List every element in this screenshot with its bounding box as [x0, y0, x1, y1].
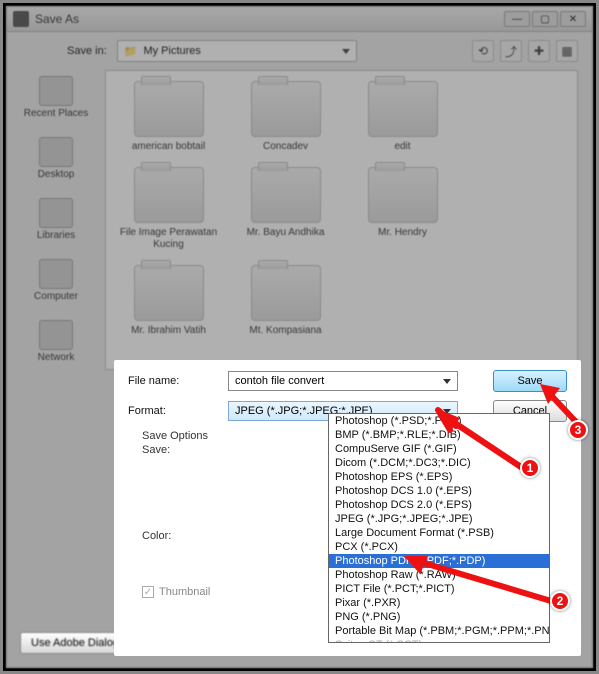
format-option[interactable]: PCX (*.PCX): [329, 540, 549, 554]
file-list[interactable]: american bobtail Concadev edit File Imag…: [105, 70, 578, 370]
back-icon[interactable]: ⟲: [472, 40, 494, 62]
sidebar-item-desktop[interactable]: Desktop: [38, 137, 75, 180]
close-button[interactable]: ✕: [560, 11, 586, 27]
format-option[interactable]: PICT File (*.PCT;*.PICT): [329, 582, 549, 596]
folder-icon: [368, 167, 438, 223]
folder-item[interactable]: Mr. Ibrahim Vatih: [116, 265, 221, 337]
folder-icon: [368, 81, 438, 137]
format-option[interactable]: CompuServe GIF (*.GIF): [329, 442, 549, 456]
format-option[interactable]: Scitex CT (*.SCT): [329, 638, 549, 643]
up-icon[interactable]: ⤴: [500, 40, 522, 62]
titlebar: Save As — ▢ ✕: [7, 7, 592, 32]
folder-icon: [134, 81, 204, 137]
form-panel: File name: contoh file convert Save Form…: [114, 360, 581, 656]
format-option[interactable]: Photoshop PDF (*.PDF;*.PDP): [329, 554, 549, 568]
window-title: Save As: [35, 12, 504, 26]
format-label: Format:: [128, 405, 218, 417]
save-button[interactable]: Save: [493, 370, 567, 392]
format-option[interactable]: Photoshop (*.PSD;*.PDD): [329, 414, 549, 428]
sidebar-item-network[interactable]: Network: [38, 320, 75, 363]
folder-icon: 📁: [124, 45, 138, 58]
new-folder-icon[interactable]: ✚: [528, 40, 550, 62]
format-option[interactable]: Photoshop EPS (*.EPS): [329, 470, 549, 484]
recent-places-icon: [39, 76, 73, 106]
folder-item[interactable]: american bobtail: [116, 81, 221, 153]
format-option[interactable]: Large Document Format (*.PSB): [329, 526, 549, 540]
annotation-2: 2: [550, 591, 570, 611]
folder-item[interactable]: Mr. Bayu Andhika: [233, 167, 338, 251]
computer-icon: [39, 259, 73, 289]
save-in-label: Save in:: [67, 45, 107, 57]
format-options-list[interactable]: Photoshop (*.PSD;*.PDD)BMP (*.BMP;*.RLE;…: [328, 413, 550, 643]
checkbox-icon: ✓: [142, 586, 154, 598]
sidebar-item-recent[interactable]: Recent Places: [24, 76, 88, 119]
folder-icon: [251, 81, 321, 137]
folder-item[interactable]: edit: [350, 81, 455, 153]
format-option[interactable]: BMP (*.BMP;*.RLE;*.DIB): [329, 428, 549, 442]
format-option[interactable]: Portable Bit Map (*.PBM;*.PGM;*.PPM;*.PN…: [329, 624, 549, 638]
format-option[interactable]: Photoshop Raw (*.RAW): [329, 568, 549, 582]
annotation-3: 3: [568, 420, 588, 440]
folder-item[interactable]: Mr. Hendry: [350, 167, 455, 251]
chevron-down-icon: [342, 49, 350, 54]
desktop-icon: [39, 137, 73, 167]
network-icon: [39, 320, 73, 350]
folder-icon: [251, 167, 321, 223]
folder-icon: [251, 265, 321, 321]
places-sidebar: Recent Places Desktop Libraries Computer…: [7, 70, 105, 370]
format-option[interactable]: PNG (*.PNG): [329, 610, 549, 624]
annotation-1: 1: [520, 458, 540, 478]
folder-item[interactable]: Concadev: [233, 81, 338, 153]
minimize-button[interactable]: —: [504, 11, 530, 27]
save-in-value: My Pictures: [143, 45, 200, 57]
format-option[interactable]: Photoshop DCS 2.0 (*.EPS): [329, 498, 549, 512]
folder-icon: [134, 265, 204, 321]
view-menu-icon[interactable]: ▦: [556, 40, 578, 62]
folder-item[interactable]: Mt. Kompasiana: [233, 265, 338, 337]
format-option[interactable]: JPEG (*.JPG;*.JPEG;*.JPE): [329, 512, 549, 526]
sidebar-item-libraries[interactable]: Libraries: [37, 198, 75, 241]
file-name-input[interactable]: contoh file convert: [228, 371, 458, 391]
chevron-down-icon: [443, 379, 451, 384]
format-option[interactable]: Dicom (*.DCM;*.DC3;*.DIC): [329, 456, 549, 470]
app-icon: [13, 11, 29, 27]
format-option[interactable]: Pixar (*.PXR): [329, 596, 549, 610]
folder-item[interactable]: File Image Perawatan Kucing: [116, 167, 221, 251]
libraries-icon: [39, 198, 73, 228]
sidebar-item-computer[interactable]: Computer: [34, 259, 78, 302]
format-option[interactable]: Photoshop DCS 1.0 (*.EPS): [329, 484, 549, 498]
file-name-label: File name:: [128, 375, 218, 387]
folder-icon: [134, 167, 204, 223]
save-in-dropdown[interactable]: 📁 My Pictures: [117, 40, 357, 62]
maximize-button[interactable]: ▢: [532, 11, 558, 27]
